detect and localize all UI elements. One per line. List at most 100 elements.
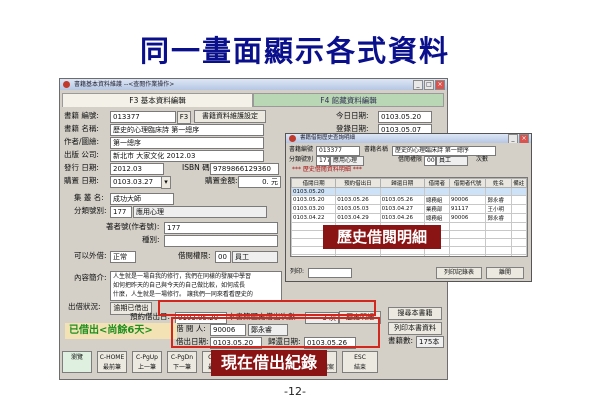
history-column-header[interactable]: 借閱者代號 — [448, 178, 487, 188]
date-picker-icon[interactable]: ▾ — [161, 176, 171, 189]
history-keeper-name: 員工 — [436, 156, 468, 166]
history-footer-label: 列印: — [290, 268, 305, 275]
toolbar-button[interactable]: ESC 結束 — [342, 351, 378, 373]
class-code-field[interactable]: 177 — [110, 206, 132, 218]
intro-textarea[interactable]: 人生就是一場自我的修行，我們在同樣的發展中學習 如何把昨天的自己與今天的自己做比… — [110, 271, 282, 301]
isbn-field[interactable]: 9789866129360 — [210, 163, 279, 175]
type-label: 種別: — [142, 235, 160, 244]
book-title-field[interactable]: 歷史的心理臨床詩 第一總序 — [110, 124, 264, 136]
book-no-field[interactable]: 013377 — [110, 111, 176, 123]
history-book-no-field: 013377 — [316, 146, 360, 156]
history-cell — [510, 204, 527, 214]
close-button[interactable]: × — [519, 134, 529, 143]
acq-date-field[interactable]: 0103.03.27 — [110, 176, 162, 188]
toolbar-button[interactable]: C-PgUp 上一筆 — [132, 351, 162, 373]
intro-line: 什麼，人生就是一場修行。 讓我們一同來看看歷史的 — [113, 291, 253, 298]
history-cell: 總務組 — [423, 195, 450, 205]
history-column-header[interactable]: 歸還日期 — [379, 178, 425, 188]
history-cell: 鄭永睿 — [485, 195, 512, 205]
maximize-button[interactable]: □ — [424, 80, 434, 90]
history-row[interactable]: 0103.05.20 0103.05.26 0103.05.26 總務組 90006 鄭永… — [291, 195, 527, 205]
book-count-label: 書籍數: — [388, 336, 414, 345]
history-row[interactable]: 0103.04.22 0103.04.29 0103.04.26 總務組 90006 鄭永… — [291, 213, 527, 223]
history-empty-row — [291, 254, 527, 256]
history-window: 書籍借閱歷史查詢明細 _ × 書籍編號 013377 書籍名稱 歷史的心理臨床詩… — [285, 133, 532, 282]
keeper-label: 借閱權限: — [178, 251, 211, 260]
print-book-button[interactable]: 列印本書資料 — [388, 322, 442, 335]
publisher-field[interactable]: 新北市 大家文化 2012.03 — [110, 150, 264, 162]
lendable-label: 可以外借: — [74, 251, 107, 260]
toolbar-button-key: ESC — [354, 354, 366, 361]
book-no-label: 書籍 編號: — [64, 111, 99, 120]
history-cell — [423, 187, 450, 196]
history-column-header[interactable]: 姓名 — [485, 178, 512, 188]
history-cell — [510, 187, 527, 196]
history-window-title: 書籍借閱歷史查詢明細 — [300, 135, 356, 141]
window-title: 書籍基本資料維護 --<查閱作業操作> — [74, 81, 175, 88]
history-titlebar: 書籍借閱歷史查詢明細 _ × — [286, 134, 531, 143]
toolbar-button-key: C-PgDn — [170, 354, 194, 361]
history-column-header[interactable]: 借閱日期 — [291, 178, 337, 188]
toolbar-button[interactable]: C-PgDn 下一筆 — [167, 351, 197, 373]
history-close-button[interactable]: 離開 — [486, 267, 524, 279]
history-cell: 90006 — [448, 195, 487, 205]
history-cell — [485, 187, 512, 196]
history-count-label: 次數 — [476, 156, 489, 163]
history-cell: 0103.04.27 — [379, 204, 425, 214]
history-cell: 鄭永睿 — [485, 213, 512, 223]
history-cell: 91117 — [448, 204, 487, 214]
history-cell: 0103.03.20 — [291, 204, 337, 214]
history-subtitle: *** 歷史借閱資料明細 *** — [292, 166, 362, 173]
today-field: 0103.05.20 — [378, 111, 432, 123]
history-column-header[interactable]: 借閱者 — [423, 178, 450, 188]
loan-status-banner: 已借出<尚餘6天> — [65, 323, 177, 339]
history-cell: 0103.05.03 — [335, 204, 381, 214]
minimize-button[interactable]: _ — [508, 134, 518, 143]
history-cell: 0103.04.22 — [291, 213, 337, 223]
author-field[interactable]: 第一總序 — [110, 137, 264, 149]
toolbar-button[interactable]: C-HOME 最前筆 — [97, 351, 127, 373]
book-title-label: 書籍 名稱: — [64, 124, 99, 133]
toolbar-button-label: 最前筆 — [102, 364, 121, 371]
author-no-field[interactable]: 177 — [164, 222, 278, 234]
type-field[interactable] — [164, 235, 278, 247]
toolbar-button-label: 結束 — [353, 364, 366, 371]
history-column-header[interactable]: 預約借出日 — [335, 178, 381, 188]
history-row[interactable]: 0103.05.20 — [291, 187, 527, 196]
close-button[interactable]: × — [435, 80, 445, 90]
toolbar-button[interactable]: 瀏覽 — [62, 351, 92, 373]
tab-collection-info[interactable]: F4 館藏資料編輯 — [253, 93, 444, 107]
history-cell: 業務部 — [423, 204, 450, 214]
lendable-field[interactable]: 正常 — [110, 251, 136, 263]
intro-line: 如何把昨天的自己與今天的自己做比較，如何成長 — [113, 282, 246, 289]
history-row[interactable]: 0103.03.20 0103.05.03 0103.04.27 業務部 91117 王小… — [291, 204, 527, 214]
find-book-button[interactable]: 搜尋本書籍 — [388, 307, 442, 320]
history-cell: 0103.04.26 — [379, 213, 425, 223]
f3-lookup-button[interactable]: F3 — [177, 111, 191, 124]
collection-field[interactable]: 成功大師 — [110, 193, 174, 205]
minimize-button[interactable]: _ — [413, 80, 423, 90]
price-field[interactable]: 0. 元 — [238, 176, 281, 188]
history-print-field[interactable] — [308, 268, 352, 278]
history-column-header[interactable]: 備註 — [510, 178, 527, 188]
current-loan-callout: 現在借出紀錄 — [211, 350, 327, 376]
history-class-label: 分類號別 — [289, 156, 314, 163]
intro-line: 人生就是一場自我的修行，我們在同樣的發展中學習 — [113, 273, 252, 280]
pub-date-field[interactable]: 2012.03 — [110, 163, 164, 175]
today-label: 今日日期: — [336, 111, 369, 120]
history-cell: 0103.05.26 — [379, 195, 425, 205]
history-cell — [379, 187, 425, 196]
history-keeper-label: 借閱權限 — [398, 156, 423, 163]
history-cell: 總務組 — [423, 213, 450, 223]
history-print-button[interactable]: 列印記錄表 — [436, 267, 482, 279]
history-cell: 王小明 — [485, 204, 512, 214]
page-number: -12- — [284, 385, 306, 398]
collection-label: 集 叢 名: — [74, 193, 104, 202]
tab-basic-info[interactable]: F3 基本資料編輯 — [62, 93, 253, 107]
isbn-label: ISBN 碼: — [182, 163, 213, 172]
price-label: 購置金額: — [205, 176, 238, 185]
history-cell: 90006 — [448, 213, 487, 223]
history-cell: 0103.04.29 — [335, 213, 381, 223]
keeper-code-field[interactable]: 00 — [215, 251, 231, 263]
book-manage-button[interactable]: 書籍資料維護設定 — [194, 110, 266, 123]
